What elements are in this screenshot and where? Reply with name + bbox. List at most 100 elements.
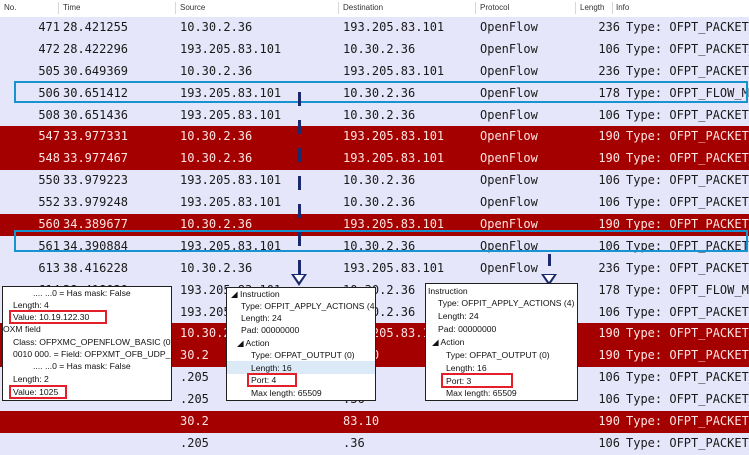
detail-line: Type: OFPAT_OUTPUT (0)	[446, 350, 550, 360]
packet-time: 33.977331	[63, 129, 129, 144]
packet-number: 548	[38, 151, 60, 166]
packet-row[interactable]: 471 28.421255 10.30.2.36 193.205.83.101 Open…	[0, 17, 749, 39]
packet-destination: .36	[343, 435, 365, 450]
callout-box-ip-value	[9, 310, 107, 324]
detail-line: Type: OFPIT_APPLY_ACTIONS (4)	[241, 301, 376, 311]
packet-info: Type: OFPT_PACKET_OUT	[626, 41, 749, 56]
connector-dash	[548, 254, 551, 266]
packet-length: 106	[598, 435, 620, 450]
packet-protocol: OpenFlow	[480, 195, 538, 210]
packet-length: 190	[598, 414, 620, 429]
packet-row[interactable]: 472 28.422296 193.205.83.101 10.30.2.36 Open…	[0, 38, 749, 61]
packet-number: 547	[38, 129, 60, 144]
packet-protocol: OpenFlow	[480, 41, 538, 56]
packet-protocol: OpenFlow	[480, 107, 538, 122]
column-header-length[interactable]: Length	[580, 3, 604, 12]
packet-protocol: OpenFlow	[480, 260, 538, 275]
packet-source: .205	[180, 392, 209, 407]
packet-info: Type: OFPT_PACKET_IN	[626, 260, 749, 275]
packet-time: 33.979248	[63, 195, 129, 210]
detail-line: Max length: 65509	[251, 388, 322, 398]
packet-length: 190	[598, 129, 620, 144]
highlight-frame-flow-mod-506	[14, 81, 748, 103]
highlight-frame-flow-mod-614	[14, 230, 748, 252]
packet-source: .205	[180, 370, 209, 385]
packet-info: Type: OFPT_PACKET_OUT	[626, 370, 749, 385]
packet-protocol: OpenFlow	[480, 63, 538, 78]
packet-info: Type: OFPT_PACKET_OUT	[626, 173, 749, 188]
packet-row[interactable]: 505 30.649369 10.30.2.36 193.205.83.101 Open…	[0, 60, 749, 83]
instruction-detail-panel-1: ◢ Instruction Type: OFPIT_APPLY_ACTIONS …	[226, 287, 376, 401]
packet-list-header: No. Time Source Destination Protocol Len…	[0, 0, 749, 16]
packet-source: 10.30.2.36	[180, 260, 253, 275]
packet-destination: 10.30.2.36	[343, 173, 416, 188]
packet-time: 33.977467	[63, 151, 129, 166]
packet-info: Type: OFPT_PACKET_OUT	[626, 107, 749, 122]
packet-destination: 10.30.2.36	[343, 41, 416, 56]
packet-length: 190	[598, 151, 620, 166]
packet-destination: 10.30.2.36	[343, 195, 416, 210]
detail-line: Length: 4	[13, 300, 49, 310]
packet-length: 106	[598, 195, 620, 210]
detail-line: Pad: 00000000	[438, 324, 497, 334]
instruction-detail-panel-2: Instruction Type: OFPIT_APPLY_ACTIONS (4…	[425, 283, 578, 401]
detail-line[interactable]: ◢ Action	[432, 337, 464, 348]
detail-line[interactable]: ◢ Instruction	[231, 289, 280, 300]
packet-source: 10.30.2.36	[180, 151, 253, 166]
detail-line[interactable]: ◢ Action	[237, 338, 269, 349]
detail-line[interactable]: Instruction	[428, 286, 468, 296]
packet-source: 10.30.2.36	[180, 129, 253, 144]
column-header-source[interactable]: Source	[180, 3, 205, 12]
detail-line: Type: OFPAT_OUTPUT (0)	[251, 350, 355, 360]
packet-length: 190	[598, 326, 620, 341]
packet-row[interactable]: 548 33.977467 10.30.2.36 193.205.83.101 Open…	[0, 148, 749, 171]
packet-info: Type: OFPT_PACKET_OUT	[626, 435, 749, 450]
packet-length: 236	[598, 63, 620, 78]
detail-line: Length: 16	[446, 363, 487, 373]
column-divider[interactable]	[575, 2, 576, 14]
column-header-time[interactable]: Time	[63, 3, 80, 12]
packet-info: Type: OFPT_PACKET_IN	[626, 326, 749, 341]
column-header-no[interactable]: No.	[4, 3, 16, 12]
connector-dash	[298, 92, 301, 106]
packet-info: Type: OFPT_PACKET_OUT	[626, 392, 749, 407]
packet-number: 472	[38, 41, 60, 56]
packet-destination: 10.30.2.36	[343, 107, 416, 122]
packet-number: 505	[38, 63, 60, 78]
packet-number: 550	[38, 173, 60, 188]
column-header-destination[interactable]: Destination	[343, 3, 383, 12]
packet-length: 106	[598, 392, 620, 407]
detail-line: Length: 2	[13, 374, 49, 384]
callout-box-port-value	[9, 385, 67, 399]
column-header-protocol[interactable]: Protocol	[480, 3, 509, 12]
packet-source: 10.30.2.36	[180, 63, 253, 78]
packet-number: 471	[38, 20, 60, 34]
packet-row[interactable]: 552 33.979248 193.205.83.101 10.30.2.36 Open…	[0, 192, 749, 215]
packet-protocol: OpenFlow	[480, 151, 538, 166]
packet-source: 30.2	[180, 348, 209, 363]
packet-length: 106	[598, 107, 620, 122]
packet-length: 190	[598, 348, 620, 363]
column-divider[interactable]	[475, 2, 476, 14]
packet-destination: 193.205.83.101	[343, 129, 445, 144]
column-divider[interactable]	[338, 2, 339, 14]
packet-row[interactable]: 547 33.977331 10.30.2.36 193.205.83.101 Open…	[0, 126, 749, 149]
packet-row[interactable]: 613 38.416228 10.30.2.36 193.205.83.101 Open…	[0, 257, 749, 280]
packet-row[interactable]: 508 30.651436 193.205.83.101 10.30.2.36 Open…	[0, 104, 749, 127]
column-divider[interactable]	[612, 2, 613, 14]
packet-length: 178	[598, 282, 620, 297]
detail-line: 0010 000. = Field: OFPXMT_OFB_UDP_DS	[13, 349, 172, 359]
packet-destination: 193.205.83.101	[343, 20, 445, 34]
packet-length: 106	[598, 370, 620, 385]
packet-row[interactable]: 30.2 83.10 190 Type: OFPT_PACKET_IN	[0, 411, 749, 433]
packet-length: 106	[598, 304, 620, 319]
packet-info: Type: OFPT_PACKET_IN	[626, 348, 749, 363]
packet-info: Type: OFPT_PACKET_OUT	[626, 304, 749, 319]
packet-row[interactable]: 550 33.979223 193.205.83.101 10.30.2.36 Open…	[0, 170, 749, 193]
column-divider[interactable]	[175, 2, 176, 14]
packet-row[interactable]: .205 .36 106 Type: OFPT_PACKET_OUT	[0, 432, 749, 455]
packet-info: Type: OFPT_PACKET_IN	[626, 63, 749, 78]
column-divider[interactable]	[58, 2, 59, 14]
column-header-info[interactable]: Info	[616, 3, 629, 12]
packet-time: 38.416228	[63, 260, 129, 275]
